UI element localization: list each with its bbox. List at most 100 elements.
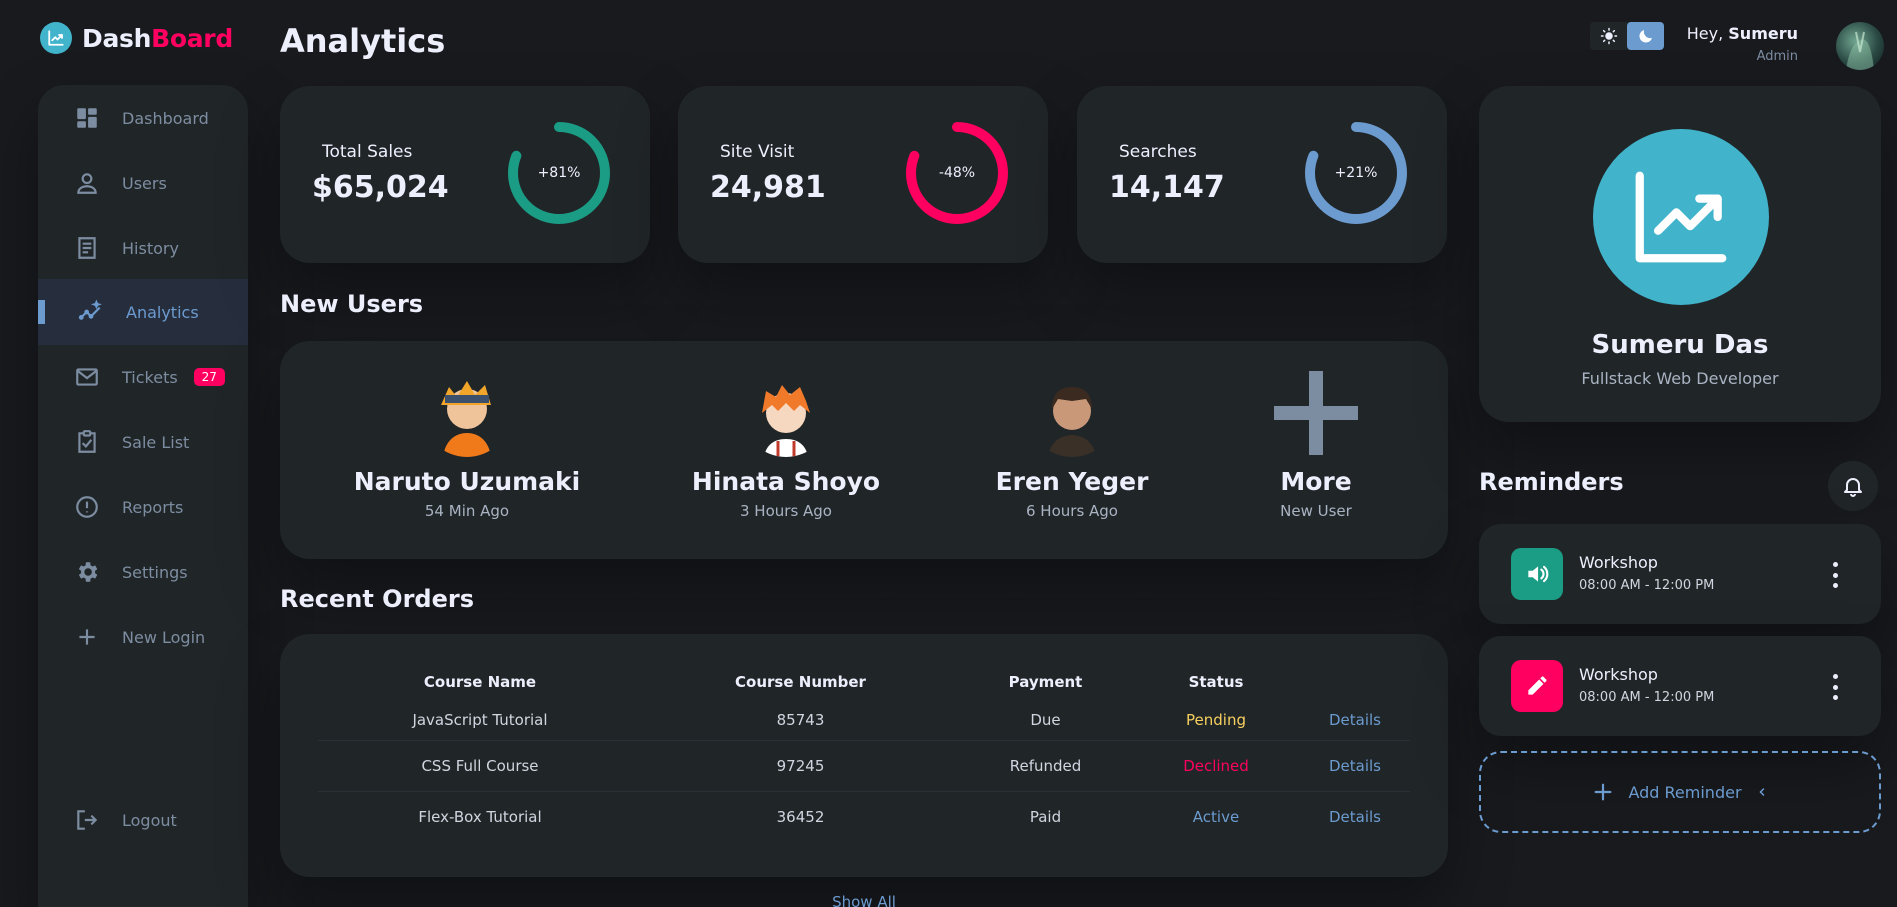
user-item[interactable]: Naruto Uzumaki 54 Min Ago: [347, 369, 587, 520]
order-status: Declined: [1132, 740, 1300, 792]
sidebar-item-label: Analytics: [126, 302, 199, 322]
stat-label: Searches: [1119, 142, 1197, 162]
details-link[interactable]: Details: [1300, 700, 1410, 741]
course-name: Flex-Box Tutorial: [418, 807, 542, 826]
stat-label: Total Sales: [322, 142, 413, 162]
plus-icon: [1595, 783, 1612, 801]
course-name: JavaScript Tutorial: [318, 700, 642, 741]
reminders-title: Reminders: [1479, 468, 1624, 496]
sidebar-item-dashboard[interactable]: Dashboard: [38, 85, 248, 151]
avatar: [742, 369, 830, 457]
clipboard-check-icon: [78, 430, 96, 453]
volume-icon: [1511, 548, 1563, 600]
recent-orders-card: Course Name Course Number Payment Status…: [280, 634, 1448, 877]
user-item[interactable]: Hinata Shoyo 3 Hours Ago: [666, 369, 906, 520]
logo-text: DashBoard: [82, 23, 233, 53]
sun-icon: [1600, 27, 1617, 45]
stat-value: $65,024: [312, 170, 449, 205]
user-time: New User: [1280, 502, 1352, 520]
sidebar-item-label: Logout: [122, 810, 177, 830]
sidebar-item-users[interactable]: Users: [38, 150, 248, 216]
reminder-name: Workshop: [1579, 553, 1658, 572]
order-status: Active: [1192, 807, 1240, 826]
sidebar-item-label: Sale List: [122, 432, 190, 452]
column-header: Course Name: [423, 673, 537, 691]
user-time: 6 Hours Ago: [1026, 502, 1118, 520]
orders-table: Course Name Course Number Payment Status…: [318, 664, 1410, 842]
sidebar-item-tickets[interactable]: Tickets 27: [38, 344, 248, 410]
sidebar-item-new-login[interactable]: New Login: [38, 604, 248, 670]
user-time: 54 Min Ago: [424, 502, 510, 520]
user-name: Naruto Uzumaki: [353, 467, 581, 496]
more-users-item[interactable]: More New User: [1196, 369, 1436, 520]
sidebar-item-label: Users: [122, 173, 167, 193]
payment-status: Refunded: [959, 740, 1132, 792]
course-number: 97245: [642, 740, 959, 792]
chart-logo-icon: [1635, 171, 1727, 263]
stat-label: Site Visit: [720, 142, 795, 162]
details-link[interactable]: Details: [1300, 791, 1410, 842]
grid-icon: [77, 108, 97, 128]
header-username: Sumeru: [1728, 24, 1798, 43]
sidebar-item-logout[interactable]: Logout: [38, 787, 248, 853]
add-reminder-button[interactable]: Add Reminder: [1479, 751, 1881, 833]
sidebar-item-analytics[interactable]: Analytics: [38, 279, 248, 345]
page-title: Analytics: [280, 22, 446, 60]
reminder-time: 08:00 AM - 12:00 PM: [1579, 690, 1715, 705]
table-row: JavaScript Tutorial 85743 Due Pending De…: [318, 700, 1410, 741]
column-header: Course Number: [735, 673, 866, 691]
profile-name: Sumeru Das: [1591, 330, 1769, 360]
new-users-title: New Users: [280, 290, 424, 318]
user-time: 3 Hours Ago: [740, 502, 832, 520]
table-row: Flex-Box Tutorial 36452 Paid Active Deta…: [318, 791, 1410, 842]
bell-icon: [1844, 478, 1862, 497]
order-status: Pending: [1132, 700, 1300, 741]
reminder-item[interactable]: Workshop 08:00 AM - 12:00 PM: [1479, 636, 1881, 736]
sidebar-item-reports[interactable]: Reports: [38, 474, 248, 540]
course-number: 36452: [776, 807, 825, 826]
more-options-icon[interactable]: [1831, 562, 1839, 588]
sidebar-item-label: Dashboard: [122, 108, 209, 128]
stat-card-site-visit: Site Visit 24,981 -48%: [678, 86, 1048, 263]
light-mode-button[interactable]: [1590, 22, 1627, 50]
user-name: More: [1280, 467, 1352, 496]
app-logo[interactable]: DashBoard: [40, 22, 233, 54]
profile-logo: [1593, 129, 1769, 305]
add-reminder-label: Add Reminder: [1628, 782, 1742, 802]
column-header: Status: [1188, 673, 1244, 691]
insights-icon: [78, 299, 102, 320]
reminder-time: 08:00 AM - 12:00 PM: [1579, 578, 1715, 593]
user-name: Eren Yeger: [995, 467, 1149, 496]
reminder-name: Workshop: [1579, 665, 1658, 684]
profile-card: Sumeru Das Fullstack Web Developer: [1479, 86, 1881, 422]
plus-icon: [1272, 369, 1360, 457]
stat-card-searches: Searches 14,147 +21%: [1077, 86, 1447, 263]
sidebar-item-label: Tickets: [122, 367, 178, 387]
sidebar-item-settings[interactable]: Settings: [38, 539, 248, 605]
reminder-item[interactable]: Workshop 08:00 AM - 12:00 PM: [1479, 524, 1881, 624]
column-header: Payment: [1008, 673, 1083, 691]
user-item[interactable]: Eren Yeger 6 Hours Ago: [952, 369, 1192, 520]
alert-icon: [76, 496, 98, 518]
column-header: [1300, 664, 1410, 700]
tickets-count-badge: 27: [193, 368, 225, 386]
avatar[interactable]: [1836, 22, 1884, 70]
plus-icon: [79, 629, 95, 645]
gear-icon: [78, 562, 98, 582]
sidebar-item-label: Reports: [122, 497, 184, 517]
show-all-link[interactable]: Show All: [280, 893, 1448, 907]
new-users-card: Naruto Uzumaki 54 Min Ago Hinata Shoyo 3…: [280, 341, 1448, 559]
payment-status: Paid: [1029, 807, 1062, 826]
stat-percent: +21%: [1334, 165, 1378, 181]
notifications-button[interactable]: [1828, 461, 1878, 511]
details-link[interactable]: Details: [1300, 740, 1410, 792]
user-role: Admin: [1756, 49, 1798, 64]
more-options-icon[interactable]: [1831, 674, 1839, 700]
user-name: Hinata Shoyo: [691, 467, 881, 496]
sidebar-item-sale-list[interactable]: Sale List: [38, 409, 248, 475]
stat-value: 24,981: [710, 170, 826, 205]
sidebar-item-label: Settings: [122, 562, 188, 582]
table-row: CSS Full Course 97245 Refunded Declined …: [318, 740, 1410, 792]
stat-value: 14,147: [1109, 170, 1225, 205]
sidebar-item-history[interactable]: History: [38, 215, 248, 281]
